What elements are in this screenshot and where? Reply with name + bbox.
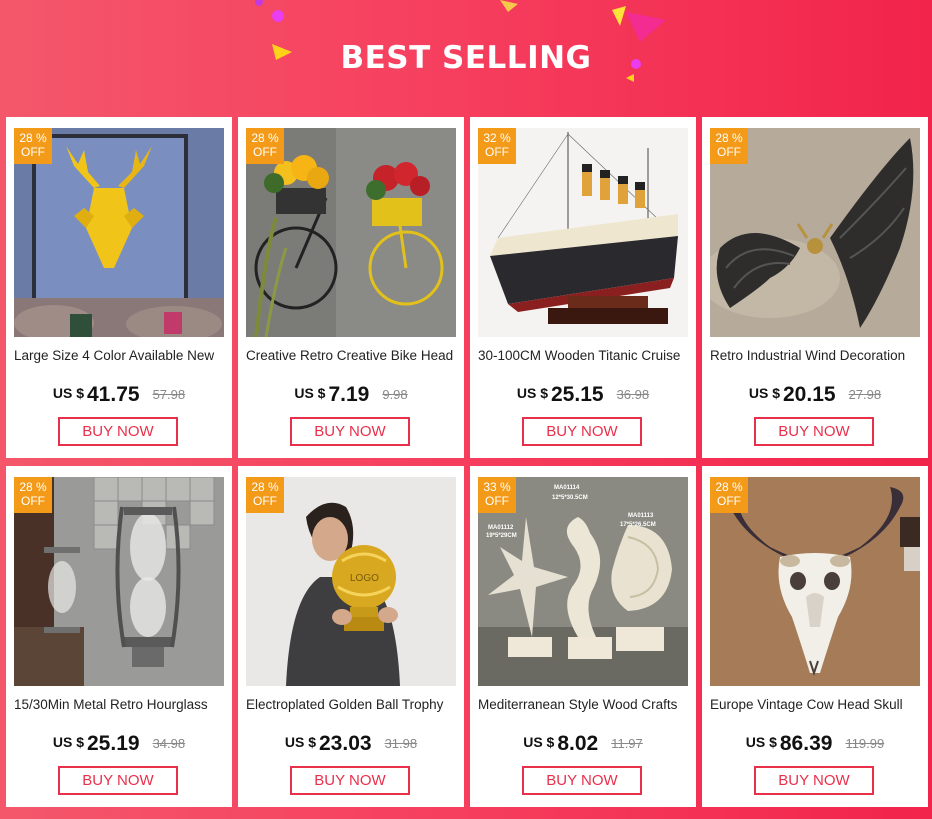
product-card[interactable]: 32 % OFF 30-100CM Wooden Titanic Cruise U… <box>470 117 696 458</box>
product-image[interactable]: 28 % OFF <box>710 128 920 337</box>
trophy-logo-text: LOGO <box>350 573 379 584</box>
discount-badge: 28 % OFF <box>246 128 284 164</box>
original-price: 9.98 <box>382 387 408 402</box>
current-price: 8.02 <box>557 732 599 755</box>
currency-label: US $ <box>745 734 777 750</box>
price-row: US $86.39 119.99 <box>702 732 928 756</box>
product-image[interactable]: LOGO 28 % OFF <box>246 477 456 686</box>
product-card[interactable]: LOGO 28 % OFF Electroplated Golden Ball T… <box>238 466 464 807</box>
current-price: 41.75 <box>87 383 140 406</box>
discount-badge: 28 % OFF <box>710 128 748 164</box>
price-row: US $25.19 34.98 <box>6 732 232 756</box>
product-card[interactable]: 28 % OFF Large Size 4 Color Available New… <box>6 117 232 458</box>
product-card[interactable]: MA01112 19*5*29CM MA01114 12*5*30.5CM MA… <box>470 466 696 807</box>
product-card[interactable]: 28 % OFF Europe Vintage Cow Head Skull US… <box>702 466 928 807</box>
discount-badge: 28 % OFF <box>710 477 748 513</box>
current-price: 23.03 <box>319 732 372 755</box>
product-image[interactable]: 28 % OFF <box>710 477 920 686</box>
product-name[interactable]: Creative Retro Creative Bike Head <box>246 348 458 363</box>
currency-label: US $ <box>294 385 326 401</box>
currency-label: US $ <box>748 385 780 401</box>
currency-label: US $ <box>516 385 548 401</box>
product-name[interactable]: Retro Industrial Wind Decoration <box>710 348 922 363</box>
buy-now-button[interactable]: BUY NOW <box>522 417 642 446</box>
product-card[interactable]: 28 % OFF Retro Industrial Wind Decoration… <box>702 117 928 458</box>
original-price: 57.98 <box>152 387 186 402</box>
page-title: BEST SELLING <box>340 40 592 76</box>
crafts-size-3: 17*5*26.5CM <box>620 522 656 528</box>
product-name[interactable]: 15/30Min Metal Retro Hourglass <box>14 697 226 712</box>
buy-now-button[interactable]: BUY NOW <box>522 766 642 795</box>
original-price: 36.98 <box>616 387 650 402</box>
original-price: 11.97 <box>611 736 643 751</box>
product-image[interactable]: MA01112 19*5*29CM MA01114 12*5*30.5CM MA… <box>478 477 688 686</box>
crafts-size-1: 19*5*29CM <box>486 533 517 539</box>
current-price: 86.39 <box>779 732 833 755</box>
currency-label: US $ <box>523 734 555 750</box>
discount-badge: 32 % OFF <box>478 128 516 164</box>
buy-now-button[interactable]: BUY NOW <box>754 766 874 795</box>
price-row: US $23.03 31.98 <box>238 732 464 756</box>
buy-now-button[interactable]: BUY NOW <box>58 766 178 795</box>
crafts-code-2: MA01114 <box>554 485 580 491</box>
price-row: US $8.02 11.97 <box>470 732 696 756</box>
original-price: 119.99 <box>845 736 885 751</box>
crafts-size-2: 12*5*30.5CM <box>552 495 588 501</box>
product-image[interactable]: 28 % OFF <box>14 477 224 686</box>
product-name[interactable]: Electroplated Golden Ball Trophy <box>246 697 458 712</box>
current-price: 25.15 <box>551 383 604 406</box>
price-row: US $7.19 9.98 <box>238 383 464 407</box>
discount-badge: 28 % OFF <box>246 477 284 513</box>
product-image[interactable]: 32 % OFF <box>478 128 688 337</box>
buy-now-button[interactable]: BUY NOW <box>290 766 410 795</box>
discount-badge: 28 % OFF <box>14 128 52 164</box>
currency-label: US $ <box>52 385 84 401</box>
currency-label: US $ <box>284 734 316 750</box>
crafts-code-3: MA01113 <box>628 513 654 519</box>
product-name[interactable]: 30-100CM Wooden Titanic Cruise <box>478 348 690 363</box>
buy-now-button[interactable]: BUY NOW <box>290 417 410 446</box>
discount-badge: 28 % OFF <box>14 477 52 513</box>
original-price: 27.98 <box>848 387 882 402</box>
current-price: 20.15 <box>783 383 836 406</box>
product-image[interactable]: 28 % OFF <box>14 128 224 337</box>
crafts-code-1: MA01112 <box>488 525 514 531</box>
product-image[interactable]: 28 % OFF <box>246 128 456 337</box>
buy-now-button[interactable]: BUY NOW <box>58 417 178 446</box>
original-price: 34.98 <box>152 736 186 751</box>
product-card[interactable]: 28 % OFF Creative Retro Creative Bike Hea… <box>238 117 464 458</box>
product-name[interactable]: Mediterranean Style Wood Crafts <box>478 697 690 712</box>
price-row: US $41.75 57.98 <box>6 383 232 407</box>
price-row: US $20.15 27.98 <box>702 383 928 407</box>
price-row: US $25.15 36.98 <box>470 383 696 407</box>
currency-label: US $ <box>52 734 84 750</box>
buy-now-button[interactable]: BUY NOW <box>754 417 874 446</box>
product-name[interactable]: Large Size 4 Color Available New <box>14 348 226 363</box>
original-price: 31.98 <box>384 736 418 751</box>
current-price: 7.19 <box>328 383 370 406</box>
discount-badge: 33 % OFF <box>478 477 516 513</box>
product-name[interactable]: Europe Vintage Cow Head Skull <box>710 697 922 712</box>
product-card[interactable]: 28 % OFF 15/30Min Metal Retro Hourglass U… <box>6 466 232 807</box>
current-price: 25.19 <box>87 732 140 755</box>
